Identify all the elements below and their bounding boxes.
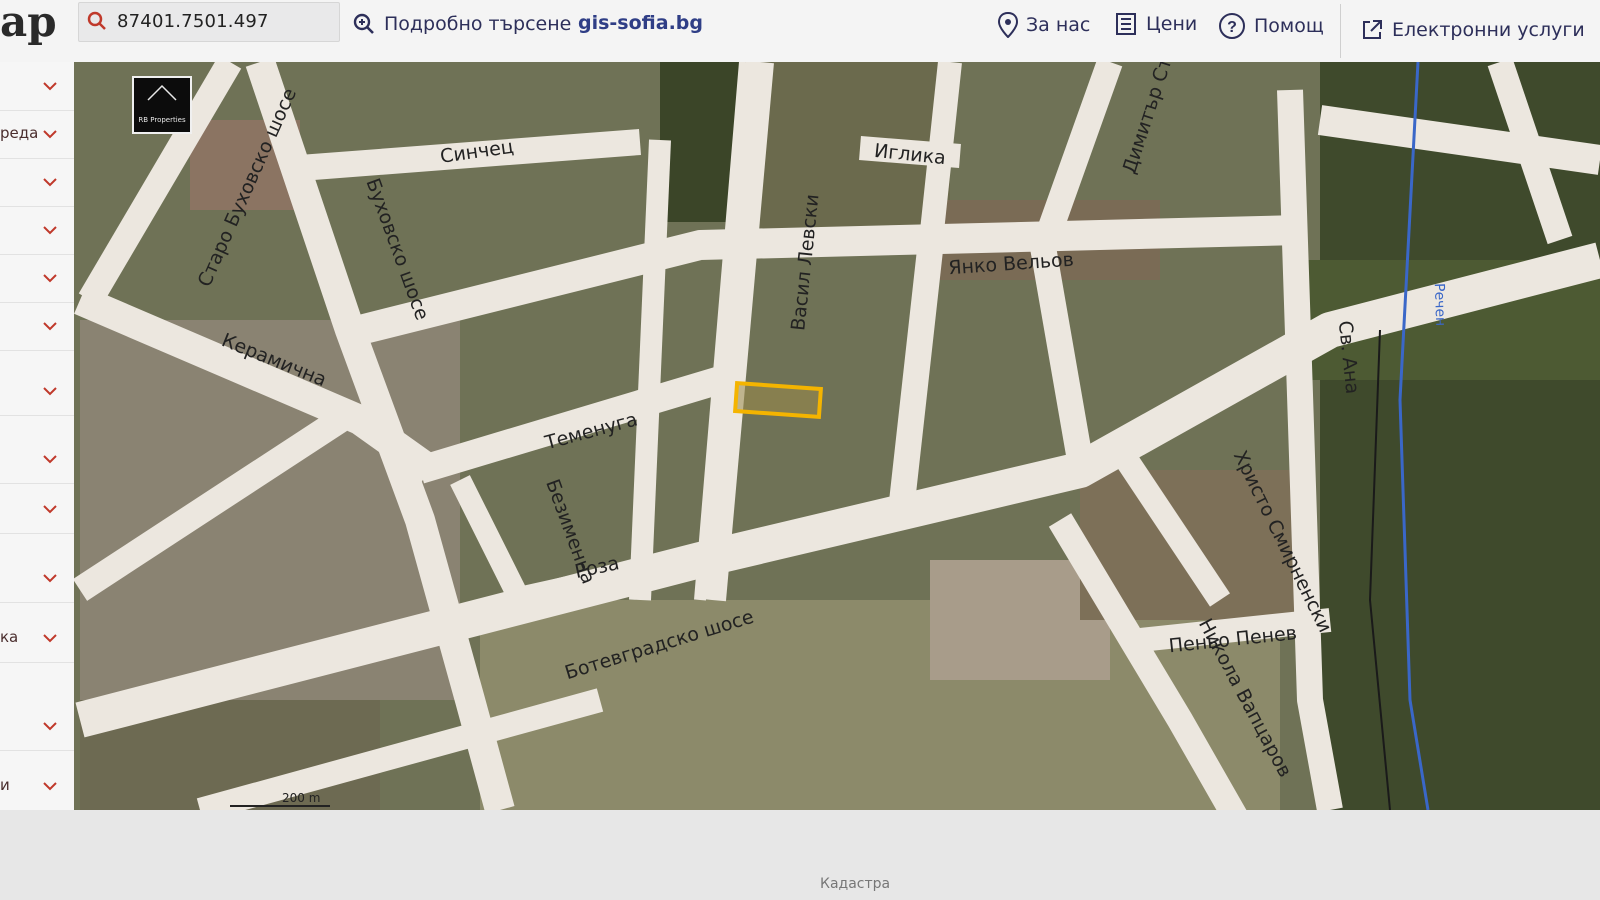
sidebar-item-label: ка — [0, 628, 19, 646]
app-logo[interactable]: ap — [0, 0, 57, 44]
top-toolbar: ap 87401.7501.497 Подробно търсене gis-s… — [0, 0, 1600, 63]
site-link-label: gis-sofia.bg — [578, 12, 703, 34]
sidebar-item[interactable] — [0, 62, 74, 111]
search-input[interactable]: 87401.7501.497 — [78, 2, 340, 42]
search-value: 87401.7501.497 — [117, 11, 269, 32]
chevron-down-icon — [42, 628, 58, 647]
chevron-down-icon — [42, 776, 58, 795]
sidebar-item[interactable] — [0, 302, 74, 351]
status-bar: Кадастра — [0, 810, 1600, 900]
search-icon — [87, 11, 107, 35]
prices-button[interactable]: Цени — [1114, 12, 1197, 36]
sidebar-item[interactable]: и — [0, 762, 74, 811]
price-list-icon — [1116, 13, 1136, 35]
sidebar-item[interactable] — [0, 554, 74, 603]
help-label: Помощ — [1254, 15, 1324, 37]
watermark-text: RB Properties — [138, 116, 186, 124]
sidebar-item[interactable] — [0, 206, 74, 255]
sidebar-item[interactable] — [0, 485, 74, 534]
chevron-down-icon — [42, 268, 58, 287]
external-link-icon — [1363, 20, 1382, 39]
layers-sidebar: реда ка и — [0, 62, 78, 811]
sidebar-item[interactable] — [0, 435, 74, 484]
sidebar-item-label: реда — [0, 124, 39, 142]
chevron-down-icon — [42, 76, 58, 95]
advanced-search-label: Подробно търсене — [384, 13, 572, 35]
site-link[interactable]: gis-sofia.bg — [578, 12, 703, 34]
sidebar-item[interactable] — [0, 702, 74, 751]
chevron-down-icon — [42, 449, 58, 468]
sidebar-item[interactable]: ка — [0, 614, 74, 663]
eservices-button[interactable]: Електронни услуги — [1360, 18, 1585, 42]
house-logo-icon — [147, 84, 177, 101]
sidebar-item[interactable] — [0, 367, 74, 416]
chevron-down-icon — [42, 499, 58, 518]
chevron-down-icon — [42, 568, 58, 587]
chevron-down-icon — [42, 172, 58, 191]
chevron-down-icon — [42, 716, 58, 735]
prices-label: Цени — [1146, 13, 1198, 35]
sidebar-item[interactable] — [0, 254, 74, 303]
sidebar-item[interactable] — [0, 158, 74, 207]
chevron-down-icon — [42, 124, 58, 143]
footer-text: Кадастра — [820, 876, 891, 892]
brand-watermark: RB Properties — [132, 76, 192, 134]
location-pin-icon — [998, 12, 1018, 38]
map-viewport[interactable]: Синчец Иглика Димитър Сто Янко Вельов Ва… — [74, 62, 1600, 810]
help-icon: ? — [1219, 13, 1245, 39]
chevron-down-icon — [42, 220, 58, 239]
about-button[interactable]: За нас — [998, 12, 1090, 38]
sidebar-item[interactable]: реда — [0, 110, 74, 159]
scale-label: 200 m — [282, 791, 320, 805]
advanced-search-button[interactable]: Подробно търсене — [352, 12, 571, 36]
selected-parcel[interactable] — [732, 380, 824, 420]
eservices-label: Електронни услуги — [1392, 19, 1585, 41]
toolbar-divider — [1340, 4, 1341, 58]
zoom-search-icon — [353, 13, 374, 34]
sidebar-item-label: и — [0, 776, 10, 794]
about-label: За нас — [1026, 14, 1091, 36]
river-label: Речен — [1431, 283, 1448, 327]
help-button[interactable]: ? Помощ — [1218, 12, 1324, 40]
chevron-down-icon — [42, 316, 58, 335]
svg-text:?: ? — [1227, 19, 1237, 36]
chevron-down-icon — [42, 381, 58, 400]
